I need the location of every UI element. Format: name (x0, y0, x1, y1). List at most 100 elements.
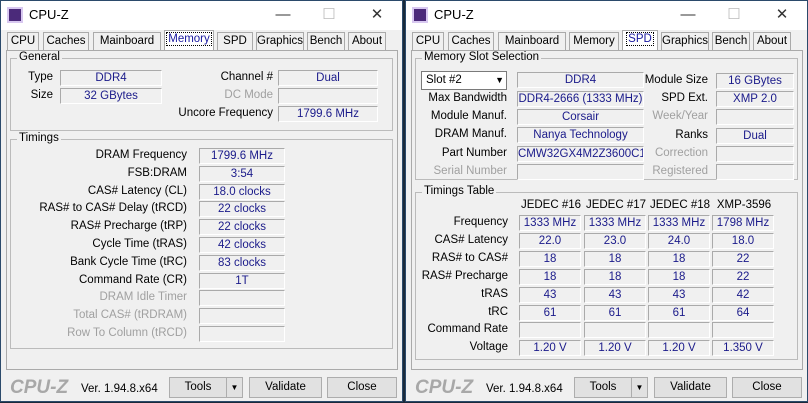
timings-cell: 1333 MHz (648, 215, 710, 231)
timings-row-label: CAS# Latency (434, 233, 508, 246)
spd-label: SPD Ext. (661, 92, 708, 105)
slot-select[interactable]: Slot #2 ▼ (421, 71, 507, 90)
close-button[interactable]: Close (732, 377, 802, 398)
window-title: CPU-Z (434, 7, 474, 22)
spd-value (716, 164, 794, 180)
timing-label: Cycle Time (tRAS) (92, 238, 187, 250)
timing-label: CAS# Latency (CL) (87, 184, 187, 197)
close-window-button[interactable]: ✕ (357, 4, 397, 26)
footer: CPU-Z Ver. 1.94.8.x64 Tools ▼ Validate Close (406, 373, 807, 403)
tools-button[interactable]: Tools (574, 377, 632, 398)
timings-cell: 18 (584, 268, 646, 285)
tab-label: Caches (46, 35, 86, 47)
timings-cell: 18 (584, 250, 646, 267)
uncore-frequency-label: Uncore Frequency (178, 107, 273, 119)
validate-button[interactable]: Validate (249, 377, 322, 398)
validate-button[interactable]: Validate (654, 377, 727, 398)
memory-slot-selection-group: Memory Slot Selection Slot #2 ▼ DDR4 Max Ban… (415, 51, 798, 180)
tab-about[interactable]: About (753, 32, 791, 51)
column-header: JEDEC #18 (649, 199, 711, 211)
maximize-button[interactable]: ☐ (309, 4, 349, 26)
tab-cpu[interactable]: CPU (7, 32, 39, 51)
timing-label: Row To Column (tRCD) (67, 327, 187, 339)
timing-label: DRAM Frequency (95, 149, 187, 161)
tab-about[interactable]: About (348, 32, 386, 51)
minimize-button[interactable]: — (668, 4, 708, 26)
timings-cell: 22.0 (519, 232, 581, 249)
minimize-button[interactable]: — (263, 4, 303, 26)
timings-cell: 22 (712, 268, 774, 285)
tab-label: Mainboard (504, 35, 560, 47)
tab-label: About (351, 35, 383, 47)
version-text: Ver. 1.94.8.x64 (81, 383, 158, 395)
tab-memory[interactable]: Memory (569, 32, 619, 51)
timings-cell: 61 (519, 304, 581, 321)
timings-cell: 43 (584, 286, 646, 303)
tools-button[interactable]: Tools (169, 377, 227, 398)
tools-dropdown-button[interactable]: ▼ (631, 377, 648, 398)
timings-group-label: Timings (17, 132, 61, 144)
timings-cell: 61 (648, 304, 710, 321)
tab-label: SPD (223, 35, 247, 47)
tab-bench[interactable]: Bench (307, 32, 345, 51)
tab-cpu[interactable]: CPU (412, 32, 444, 51)
tab-label: Memory (166, 32, 212, 46)
close-button[interactable]: Close (327, 377, 397, 398)
channel-value: Dual (278, 70, 378, 86)
tab-bench[interactable]: Bench (712, 32, 750, 51)
tab-spd[interactable]: SPD (217, 32, 253, 51)
timings-group: Timings DRAM Frequency 1799.6 MHz FSB:DRAM 3… (10, 132, 393, 349)
timings-cell: 42 (712, 286, 774, 303)
timing-value: 83 clocks (199, 254, 285, 271)
tab-label: Bench (309, 35, 343, 47)
uncore-frequency-value: 1799.6 MHz (278, 106, 378, 122)
timings-row-label: tRAS (481, 287, 508, 300)
timings-cell (519, 322, 581, 339)
timing-value: 42 clocks (199, 237, 285, 253)
tab-label: SPD (626, 32, 654, 46)
timings-cell: 43 (648, 286, 710, 303)
timing-value: 18.0 clocks (199, 183, 285, 200)
tab-content-panel: Memory Slot Selection Slot #2 ▼ DDR4 Max Ban… (411, 50, 803, 370)
tab-label: About (756, 35, 788, 47)
tab-mainboard[interactable]: Mainboard (93, 32, 161, 51)
timing-value: 22 clocks (199, 201, 285, 218)
spd-value: Dual (716, 127, 794, 144)
maximize-button[interactable]: ☐ (714, 4, 754, 26)
title-bar: CPU-Z — ☐ ✕ (1, 1, 402, 30)
size-label: Size (30, 89, 53, 101)
timings-row-label: tRC (488, 305, 508, 318)
window-title: CPU-Z (29, 7, 69, 22)
timings-row-label: Frequency (453, 216, 508, 228)
timings-cell: 18 (519, 250, 581, 267)
timings-cell: 1.350 V (712, 340, 774, 357)
tab-graphics[interactable]: Graphics (661, 32, 709, 51)
dc-mode-label: DC Mode (224, 89, 273, 101)
tab-mainboard[interactable]: Mainboard (498, 32, 566, 51)
close-window-button[interactable]: ✕ (762, 4, 802, 26)
timings-cell: 1.20 V (584, 340, 646, 357)
timings-table-label: Timings Table (422, 185, 497, 197)
tools-dropdown-button[interactable]: ▼ (226, 377, 243, 398)
tab-label: Bench (714, 35, 748, 47)
tab-memory[interactable]: Memory (164, 30, 214, 51)
timing-value: 1799.6 MHz (199, 148, 285, 164)
timings-cell: 1333 MHz (584, 215, 646, 231)
timing-label: RAS# Precharge (tRP) (70, 220, 187, 233)
timings-cell: 24.0 (648, 232, 710, 249)
timings-cell: 22 (712, 250, 774, 267)
tab-spd[interactable]: SPD (622, 30, 658, 51)
tab-label: Graphics (662, 35, 709, 47)
chevron-down-icon[interactable]: ▼ (495, 72, 504, 89)
timing-value: 1T (199, 272, 285, 289)
tab-graphics[interactable]: Graphics (256, 32, 304, 51)
cpuz-app-icon (7, 7, 23, 23)
tab-caches[interactable]: Caches (448, 32, 494, 51)
tab-caches[interactable]: Caches (43, 32, 89, 51)
spd-label: Ranks (675, 128, 708, 141)
timing-label: FSB:DRAM (127, 166, 187, 179)
timings-cell: 18 (648, 250, 710, 267)
timings-row-label: RAS# to CAS# (431, 251, 508, 264)
spd-label: Module Size (644, 74, 708, 86)
timings-cell: 18 (648, 268, 710, 285)
